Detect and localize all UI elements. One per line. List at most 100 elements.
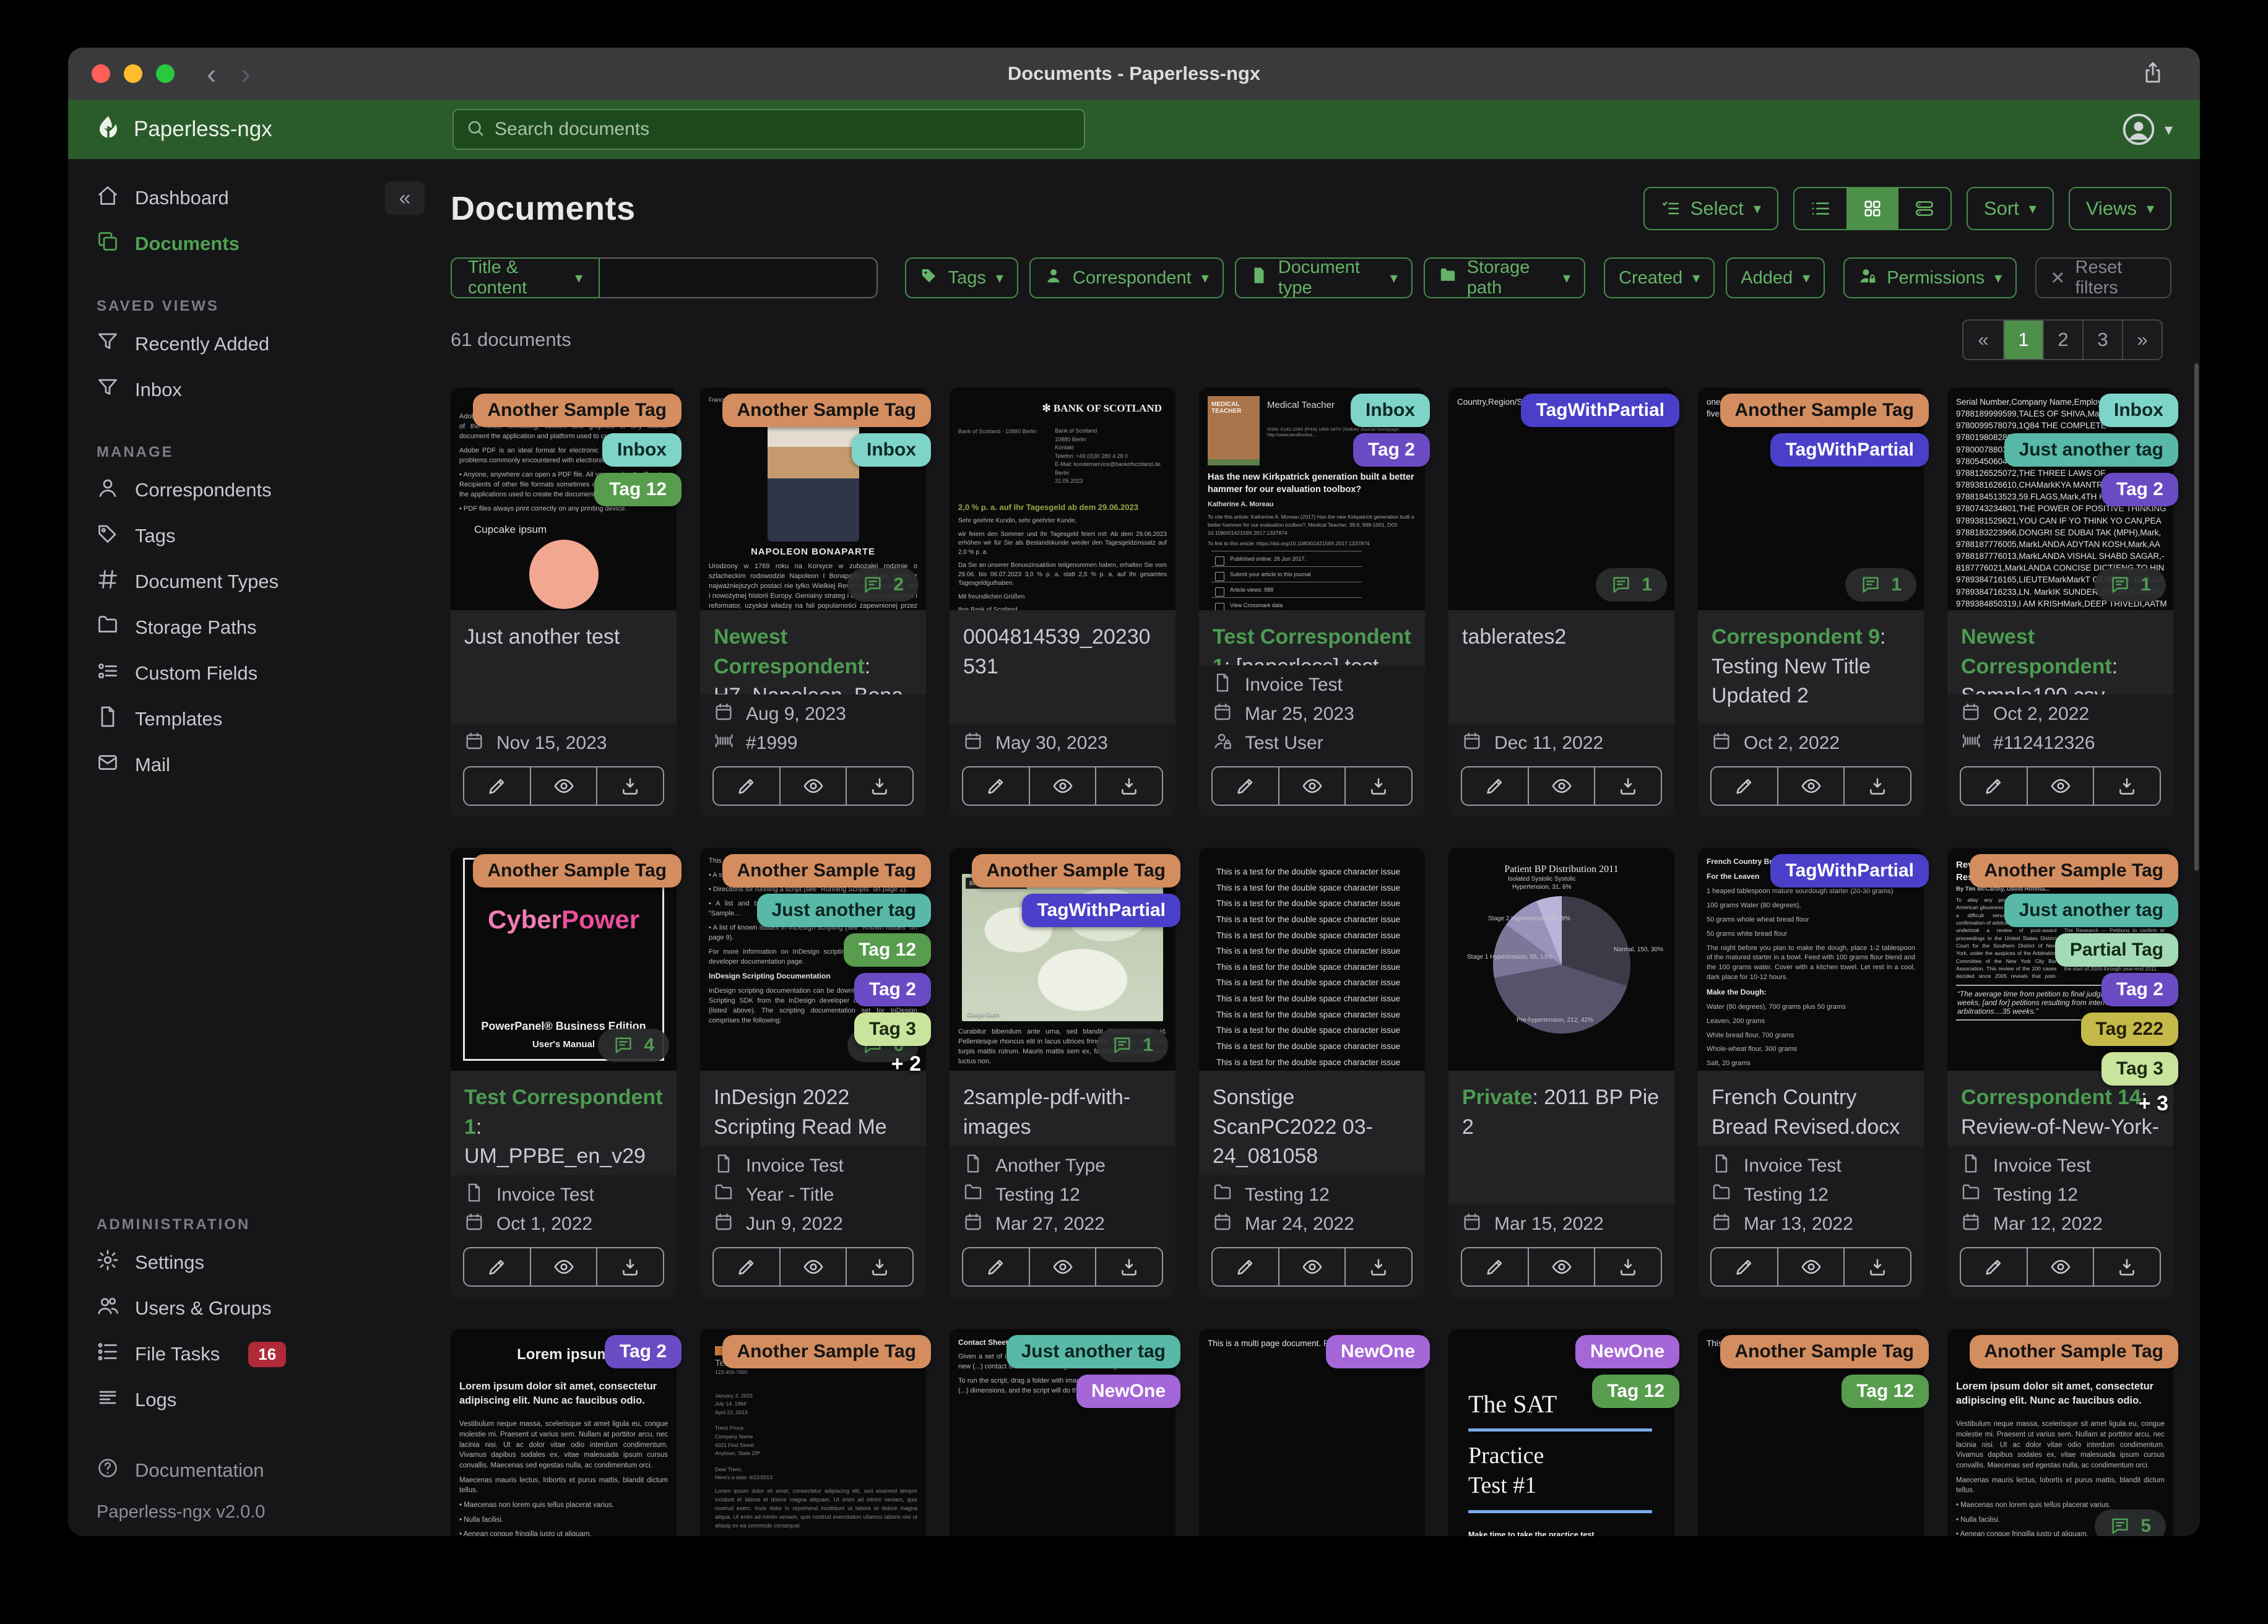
edit-button[interactable] bbox=[464, 767, 530, 805]
meta-path[interactable]: Testing 12 bbox=[1961, 1180, 2160, 1209]
preview-button[interactable] bbox=[779, 767, 846, 805]
card-view-button[interactable] bbox=[1898, 188, 1950, 229]
tag-chip[interactable]: Tag 12 bbox=[844, 933, 931, 967]
correspondent-filter-button[interactable]: Correspondent ▾ bbox=[1029, 257, 1224, 298]
download-button[interactable] bbox=[846, 1248, 912, 1285]
edit-button[interactable] bbox=[714, 1248, 779, 1285]
meta-doctype[interactable]: Invoice Test bbox=[1213, 670, 1411, 699]
tag-chip[interactable]: Tag 2 bbox=[1353, 433, 1430, 467]
tag-chip[interactable]: NewOne bbox=[1076, 1375, 1180, 1408]
meta-doctype[interactable]: Invoice Test bbox=[1712, 1151, 1910, 1180]
download-button[interactable] bbox=[1594, 767, 1661, 805]
meta-date[interactable]: Mar 27, 2022 bbox=[963, 1209, 1162, 1238]
page-button-3[interactable]: 3 bbox=[2082, 321, 2122, 359]
document-title[interactable]: Sonstige ScanPC2022 03-24_081058 bbox=[1199, 1071, 1425, 1175]
tag-chip[interactable]: Another Sample Tag bbox=[722, 394, 931, 427]
meta-date[interactable]: Aug 9, 2023 bbox=[714, 699, 912, 728]
tag-chip[interactable]: Another Sample Tag bbox=[472, 854, 682, 888]
added-filter-button[interactable]: Added ▾ bbox=[1726, 257, 1825, 298]
tag-chip[interactable]: Tag 12 bbox=[1592, 1375, 1679, 1408]
reset-filters-button[interactable]: ✕ Reset filters bbox=[2035, 257, 2171, 298]
tag-chip[interactable]: Inbox bbox=[2099, 394, 2178, 427]
storage-path-filter-button[interactable]: Storage path ▾ bbox=[1423, 257, 1586, 298]
correspondent-link[interactable]: Correspondent 9 bbox=[1712, 625, 1880, 649]
edit-button[interactable] bbox=[1712, 767, 1777, 805]
page-button-2[interactable]: 2 bbox=[2043, 321, 2082, 359]
preview-button[interactable] bbox=[1777, 1248, 1844, 1285]
correspondent-link[interactable]: Test Correspondent 1 bbox=[1213, 625, 1411, 665]
sidebar-item-inbox[interactable]: Inbox bbox=[68, 367, 433, 413]
sidebar-item-dashboard[interactable]: Dashboard bbox=[68, 175, 433, 221]
edit-button[interactable] bbox=[1462, 1248, 1528, 1285]
tag-chip[interactable]: Tag 2 bbox=[2101, 973, 2178, 1006]
tag-chip[interactable]: Another Sample Tag bbox=[1720, 394, 1929, 427]
tag-chip[interactable]: Another Sample Tag bbox=[1720, 1335, 1929, 1368]
tag-chip[interactable]: Another Sample Tag bbox=[722, 1335, 931, 1368]
tag-chip[interactable]: TagWithPartial bbox=[1521, 394, 1679, 427]
meta-date[interactable]: Mar 25, 2023 bbox=[1213, 699, 1411, 728]
correspondent-link[interactable]: Newest Correspondent bbox=[1961, 625, 2112, 678]
document-title[interactable]: InDesign 2022 Scripting Read Me bbox=[700, 1071, 926, 1146]
download-button[interactable] bbox=[1843, 1248, 1910, 1285]
meta-date[interactable]: Oct 2, 2022 bbox=[1712, 728, 1910, 758]
sidebar-item-mail[interactable]: Mail bbox=[68, 742, 433, 788]
document-thumbnail[interactable]: Patient BP Distribution 2011 Isolated Sys… bbox=[1448, 848, 1674, 1071]
search-box[interactable] bbox=[452, 109, 1085, 150]
brand[interactable]: Paperless-ngx bbox=[95, 114, 272, 145]
sidebar-item-users-groups[interactable]: Users & Groups bbox=[68, 1285, 433, 1331]
tag-chip[interactable]: Tag 2 bbox=[854, 973, 931, 1006]
permissions-filter-button[interactable]: Permissions ▾ bbox=[1843, 257, 2017, 298]
preview-button[interactable] bbox=[1777, 767, 1844, 805]
download-button[interactable] bbox=[1344, 1248, 1411, 1285]
document-title[interactable]: Test Correspondent 1: [paperless] test p… bbox=[1199, 610, 1425, 665]
title-content-dropdown[interactable]: Title & content ▾ bbox=[451, 257, 600, 298]
tag-chip[interactable]: Tag 222 bbox=[2080, 1013, 2178, 1046]
meta-doctype[interactable]: Invoice Test bbox=[1961, 1151, 2160, 1180]
correspondent-link[interactable]: Newest Correspondent bbox=[714, 625, 865, 678]
sidebar-item-document-types[interactable]: Document Types bbox=[68, 559, 433, 605]
download-button[interactable] bbox=[2093, 1248, 2160, 1285]
document-title[interactable]: Newest Correspondent: H7_Napoleon_Bonapa… bbox=[700, 610, 926, 694]
download-button[interactable] bbox=[846, 767, 912, 805]
tag-chip[interactable]: Just another tag bbox=[2004, 433, 2178, 467]
download-button[interactable] bbox=[1095, 1248, 1162, 1285]
preview-button[interactable] bbox=[1527, 767, 1595, 805]
meta-date[interactable]: Mar 13, 2022 bbox=[1712, 1209, 1910, 1238]
sidebar-item-tags[interactable]: Tags bbox=[68, 513, 433, 559]
correspondent-link[interactable]: Test Correspondent 1 bbox=[464, 1086, 663, 1139]
sidebar-item-templates[interactable]: Templates bbox=[68, 696, 433, 742]
views-button[interactable]: Views ▾ bbox=[2068, 187, 2171, 230]
document-title[interactable]: Newest Correspondent: Sample100.csv bbox=[1947, 610, 2173, 694]
sidebar-item-documentation[interactable]: Documentation bbox=[68, 1448, 433, 1493]
meta-doctype[interactable]: Another Type bbox=[963, 1151, 1162, 1180]
document-title[interactable]: Private: 2011 BP Pie 2 bbox=[1448, 1071, 1674, 1204]
download-button[interactable] bbox=[2093, 767, 2160, 805]
share-icon[interactable] bbox=[2140, 60, 2165, 88]
page-button-prev[interactable]: « bbox=[1963, 321, 2003, 359]
created-filter-button[interactable]: Created ▾ bbox=[1604, 257, 1715, 298]
tag-chip[interactable]: Another Sample Tag bbox=[472, 394, 682, 427]
preview-button[interactable] bbox=[1278, 1248, 1345, 1285]
meta-doctype[interactable]: Invoice Test bbox=[464, 1180, 663, 1209]
download-button[interactable] bbox=[1344, 767, 1411, 805]
preview-button[interactable] bbox=[2026, 767, 2093, 805]
meta-date[interactable]: Oct 1, 2022 bbox=[464, 1209, 663, 1238]
page-button-next[interactable]: » bbox=[2122, 321, 2162, 359]
tag-chip[interactable]: Another Sample Tag bbox=[1969, 1335, 2178, 1368]
download-button[interactable] bbox=[1843, 767, 1910, 805]
search-input[interactable] bbox=[495, 119, 1071, 140]
tag-chip[interactable]: Inbox bbox=[1351, 394, 1430, 427]
download-button[interactable] bbox=[596, 767, 663, 805]
document-title[interactable]: 2sample-pdf-with-images bbox=[950, 1071, 1175, 1146]
preview-button[interactable] bbox=[2026, 1248, 2093, 1285]
tag-chip[interactable]: NewOne bbox=[1575, 1335, 1679, 1368]
meta-date[interactable]: Mar 15, 2022 bbox=[1462, 1209, 1661, 1238]
tag-chip[interactable]: Tag 3 bbox=[854, 1013, 931, 1046]
meta-owner[interactable]: Test User bbox=[1213, 728, 1411, 758]
preview-button[interactable] bbox=[1028, 1248, 1096, 1285]
document-title[interactable]: French Country Bread Revised.docx bbox=[1698, 1071, 1924, 1146]
edit-button[interactable] bbox=[1213, 1248, 1278, 1285]
document-thumbnail[interactable]: ✻ BANK OF SCOTLAND Bank of Scotland · 108… bbox=[950, 387, 1175, 610]
preview-button[interactable] bbox=[779, 1248, 846, 1285]
list-view-button[interactable] bbox=[1794, 188, 1846, 229]
